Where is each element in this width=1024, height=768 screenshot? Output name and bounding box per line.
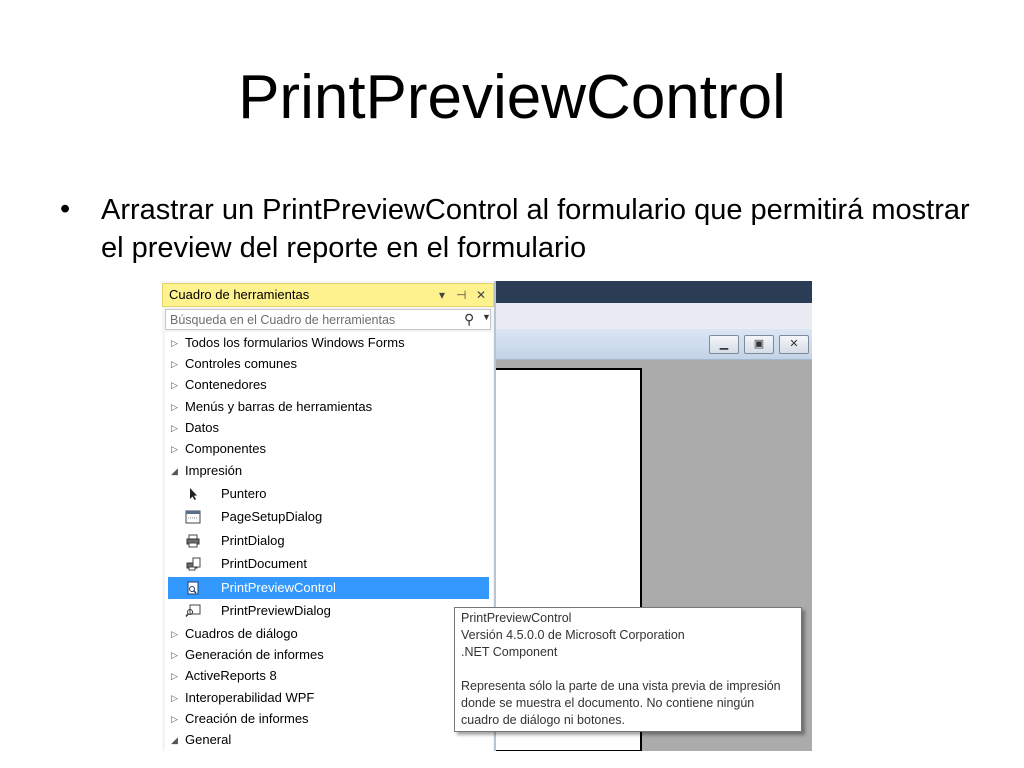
- category-datos[interactable]: ▷ Datos: [165, 417, 493, 439]
- tooltip-name: PrintPreviewControl: [461, 611, 572, 625]
- expand-arrow-icon[interactable]: ▷: [171, 687, 178, 709]
- toolbox-tree: ▷ Todos los formularios Windows Forms ▷ …: [165, 332, 493, 751]
- search-icon[interactable]: ⚲: [464, 311, 474, 328]
- close-button[interactable]: ✕: [779, 335, 809, 354]
- search-dropdown-icon[interactable]: ▼: [482, 312, 491, 322]
- toolbox-panel: Cuadro de herramientas ▾ ⊣ ✕ ⚲ ▼ ▷ Todos…: [162, 281, 496, 751]
- tool-printdialog[interactable]: PrintDialog: [165, 530, 493, 552]
- category-componentes[interactable]: ▷ Componentes: [165, 438, 493, 460]
- print-dialog-icon: [186, 534, 200, 548]
- tool-puntero[interactable]: Puntero: [165, 483, 493, 505]
- pointer-icon: [190, 488, 197, 500]
- category-interoperabilidad-wpf[interactable]: ▷ Interoperabilidad WPF: [165, 687, 493, 709]
- visual-studio-screenshot: ▁ ▣ ✕ Cuadro de herramientas ▾ ⊣ ✕ ⚲ ▼: [162, 281, 812, 751]
- bullet-text: Arrastrar un PrintPreviewControl al form…: [101, 194, 970, 264]
- category-activereports-8[interactable]: ▷ ActiveReports 8: [165, 665, 493, 687]
- category-impresion[interactable]: ◢ Impresión: [165, 460, 493, 482]
- maximize-icon: ▣: [753, 338, 765, 350]
- print-preview-dialog-icon: [185, 604, 201, 617]
- search-input[interactable]: [166, 310, 460, 329]
- toolbox-title: Cuadro de herramientas: [169, 287, 310, 302]
- tooltip-description-line2: donde se muestra el documento. No contie…: [461, 696, 755, 710]
- category-contenedores[interactable]: ▷ Contenedores: [165, 374, 493, 396]
- page-setup-dialog-icon: [185, 510, 201, 524]
- designer-tab-strip: [496, 303, 812, 330]
- bullet-dot: •: [60, 193, 71, 225]
- print-preview-control-icon: [187, 581, 199, 595]
- tool-printpreviewcontrol[interactable]: PrintPreviewControl: [168, 577, 489, 599]
- tool-printpreviewdialog[interactable]: PrintPreviewDialog: [165, 600, 493, 622]
- expand-arrow-icon[interactable]: ▷: [171, 417, 178, 439]
- pin-icon[interactable]: ⊣: [456, 284, 466, 306]
- expand-arrow-icon[interactable]: ▷: [171, 644, 178, 666]
- close-icon: ✕: [789, 338, 799, 350]
- maximize-button[interactable]: ▣: [744, 335, 774, 354]
- close-icon[interactable]: ✕: [476, 284, 486, 306]
- slide-title: PrintPreviewControl: [238, 63, 786, 132]
- category-generacion-de-informes[interactable]: ▷ Generación de informes: [165, 644, 493, 666]
- collapse-arrow-icon[interactable]: ◢: [171, 460, 178, 482]
- print-document-icon: [186, 557, 201, 571]
- expand-arrow-icon[interactable]: ▷: [171, 332, 178, 354]
- tool-printdocument[interactable]: PrintDocument: [165, 553, 493, 575]
- toolbox-header: Cuadro de herramientas ▾ ⊣ ✕: [162, 283, 494, 307]
- expand-arrow-icon[interactable]: ▷: [171, 353, 178, 375]
- category-general[interactable]: ◢ General: [165, 729, 493, 751]
- tool-pagesetupdialog[interactable]: PageSetupDialog: [165, 506, 493, 528]
- category-todos-los-formularios[interactable]: ▷ Todos los formularios Windows Forms: [165, 332, 493, 354]
- dropdown-arrow-icon[interactable]: ▾: [439, 284, 445, 306]
- tooltip-kind: .NET Component: [461, 645, 558, 659]
- tooltip: PrintPreviewControl Versión 4.5.0.0 de M…: [454, 607, 802, 732]
- category-menus-y-barras[interactable]: ▷ Menús y barras de herramientas: [165, 396, 493, 418]
- expand-arrow-icon[interactable]: ▷: [171, 438, 178, 460]
- expand-arrow-icon[interactable]: ▷: [171, 623, 178, 645]
- expand-arrow-icon[interactable]: ▷: [171, 374, 178, 396]
- expand-arrow-icon[interactable]: ▷: [171, 396, 178, 418]
- toolbox-search[interactable]: ⚲ ▼: [165, 309, 491, 330]
- designer-title-bar: [496, 281, 812, 303]
- expand-arrow-icon[interactable]: ▷: [171, 665, 178, 687]
- category-controles-comunes[interactable]: ▷ Controles comunes: [165, 353, 493, 375]
- tooltip-description-line1: Representa sólo la parte de una vista pr…: [461, 679, 781, 693]
- category-cuadros-de-dialogo[interactable]: ▷ Cuadros de diálogo: [165, 623, 493, 645]
- minimize-button[interactable]: ▁: [709, 335, 739, 354]
- tooltip-description-line3: cuadro de diálogo ni botones.: [461, 713, 626, 727]
- collapse-arrow-icon[interactable]: ◢: [171, 729, 178, 751]
- form-caption-bar: ▁ ▣ ✕: [496, 329, 812, 360]
- category-creacion-de-informes[interactable]: ▷ Creación de informes: [165, 708, 493, 730]
- expand-arrow-icon[interactable]: ▷: [171, 708, 178, 730]
- tooltip-version: Versión 4.5.0.0 de Microsoft Corporation: [461, 628, 685, 642]
- minimize-icon: ▁: [719, 338, 729, 350]
